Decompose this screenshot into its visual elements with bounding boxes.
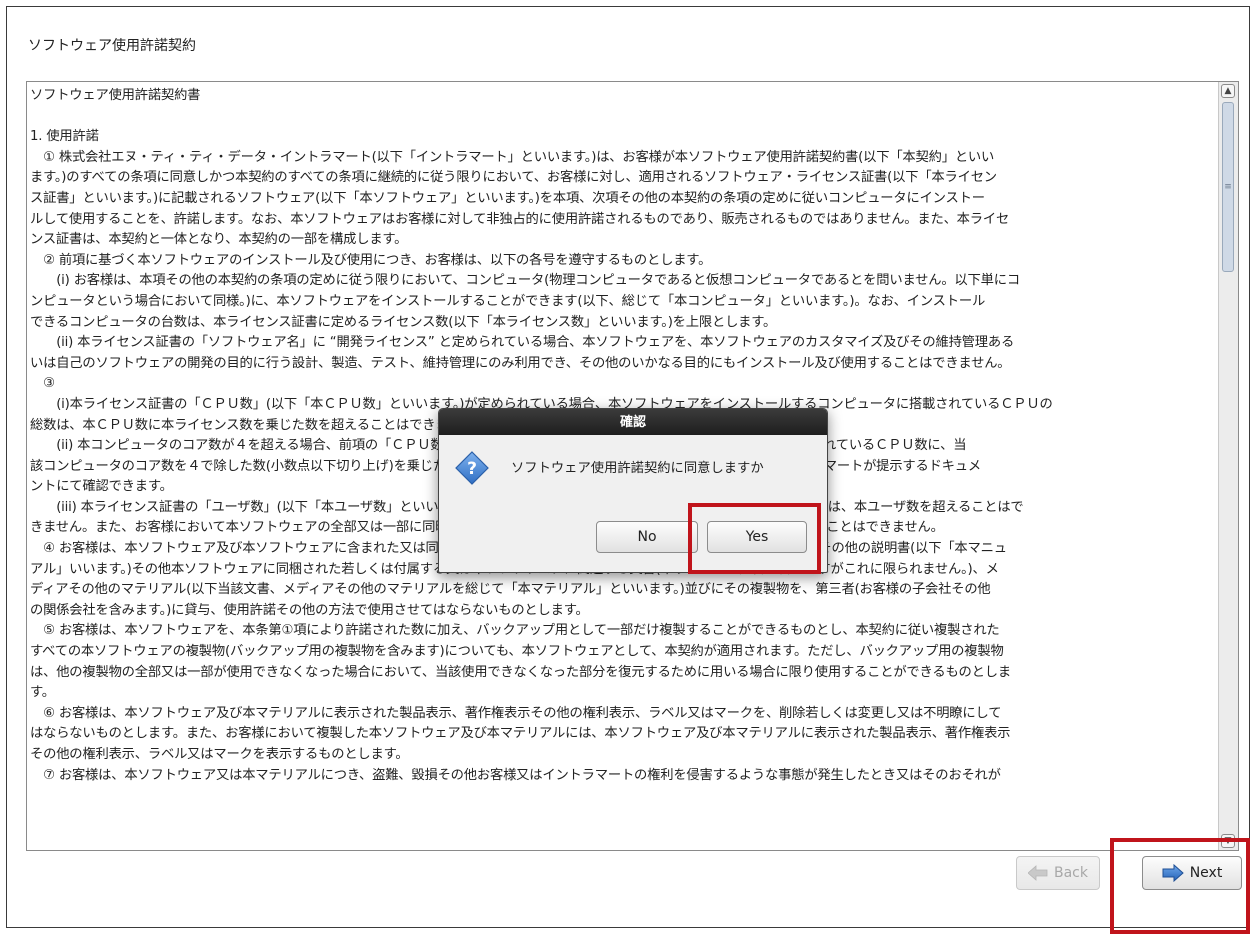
license-line: ンピュータという場合において同様。)に、本ソフトウェアをインストールすることがで… <box>30 293 986 309</box>
next-highlight-box <box>1110 838 1250 934</box>
svg-text:?: ? <box>467 459 477 479</box>
license-line: できるコンピュータの台数は、本ライセンス証書に定めるライセンス数(以下「本ライセ… <box>30 314 777 330</box>
question-icon: ? <box>455 451 489 485</box>
license-line: ます。)のすべての条項に同意しかつ本契約のすべての条項に継続的に従う限りにおいて… <box>30 170 997 186</box>
license-line: いは自己のソフトウェアの開発の目的に行う設計、製造、テスト、維持管理にのみ利用で… <box>30 355 1011 371</box>
dialog-message: ソフトウェア使用許諾契約に同意しますか <box>511 461 764 476</box>
license-line: はならないものとします。また、お客様において複製した本ソフトウェア及び本マテリア… <box>30 726 1011 742</box>
license-line: ⑤ お客様は、本ソフトウェアを、本条第①項により許諾された数に加え、バックアップ… <box>30 623 1000 639</box>
license-line: の関係会社を含みます。)に貸与、使用許諾その他の方法で使用させてはならないものと… <box>30 602 589 618</box>
license-line: ③ <box>30 376 55 392</box>
license-line: ⑥ お客様は、本ソフトウェア及び本マテリアルに表示された製品表示、著作権表示その… <box>30 705 1002 721</box>
license-line: ス証書」といいます。)に記載されるソフトウェア(以下「本ソフトウェア」といいます… <box>30 190 985 206</box>
back-button[interactable]: Back <box>1016 856 1100 890</box>
back-label: Back <box>1054 865 1088 881</box>
yes-highlight-box <box>688 503 821 574</box>
license-line: す。 <box>30 685 55 701</box>
license-line: ⑦ お客様は、本ソフトウェア又は本マテリアルにつき、盗難、毀損その他お客様又はイ… <box>30 767 1001 783</box>
window-title: ソフトウェア使用許諾契約 <box>28 38 196 54</box>
license-scrollbar[interactable]: ▲ ≡ ▼ <box>1218 82 1238 850</box>
scroll-up-icon[interactable]: ▲ <box>1221 84 1235 98</box>
dialog-title: 確認 <box>439 409 827 435</box>
license-line: ソフトウェア使用許諾契約書 <box>30 88 201 103</box>
license-line: は、他の複製物の全部又は一部が使用できなくなった場合において、当該使用できなくな… <box>30 664 1011 680</box>
license-line: ンス証書は、本契約と一体となり、本契約の一部を構成します。 <box>30 232 408 248</box>
scroll-thumb[interactable]: ≡ <box>1222 102 1234 272</box>
license-line: ディアその他のマテリアル(以下当該文書、メディアその他のマテリアルを総じて「本マ… <box>30 582 991 598</box>
license-line: ルして使用することを、許諾します。なお、本ソフトウェアはお客様に対して非独占的に… <box>30 211 1010 227</box>
license-line: ② 前項に基づく本ソフトウェアのインストール及び使用につき、お客様は、以下の各号… <box>30 252 712 268</box>
license-line: (i) お客様は、本項その他の本契約の条項の定めに従う限りにおいて、コンピュータ… <box>30 273 1020 289</box>
license-line: すべての本ソフトウェアの複製物(バックアップ用の複製物を含みます)についても、本… <box>30 644 1004 660</box>
arrow-left-icon <box>1028 865 1048 881</box>
license-line: その他の権利表示、ラベル又はマークを表示するものとします。 <box>30 747 409 762</box>
license-line <box>30 107 1217 128</box>
license-line: (ii) 本ライセンス証書の「ソフトウェア名」に “開発ライセンス” と定められ… <box>30 335 1015 351</box>
no-button[interactable]: No <box>596 521 698 553</box>
license-line: ① 株式会社エヌ・ティ・ティ・データ・イントラマート(以下「イントラマート」とい… <box>30 149 995 165</box>
license-line: 1. 使用許諾 <box>30 129 99 145</box>
